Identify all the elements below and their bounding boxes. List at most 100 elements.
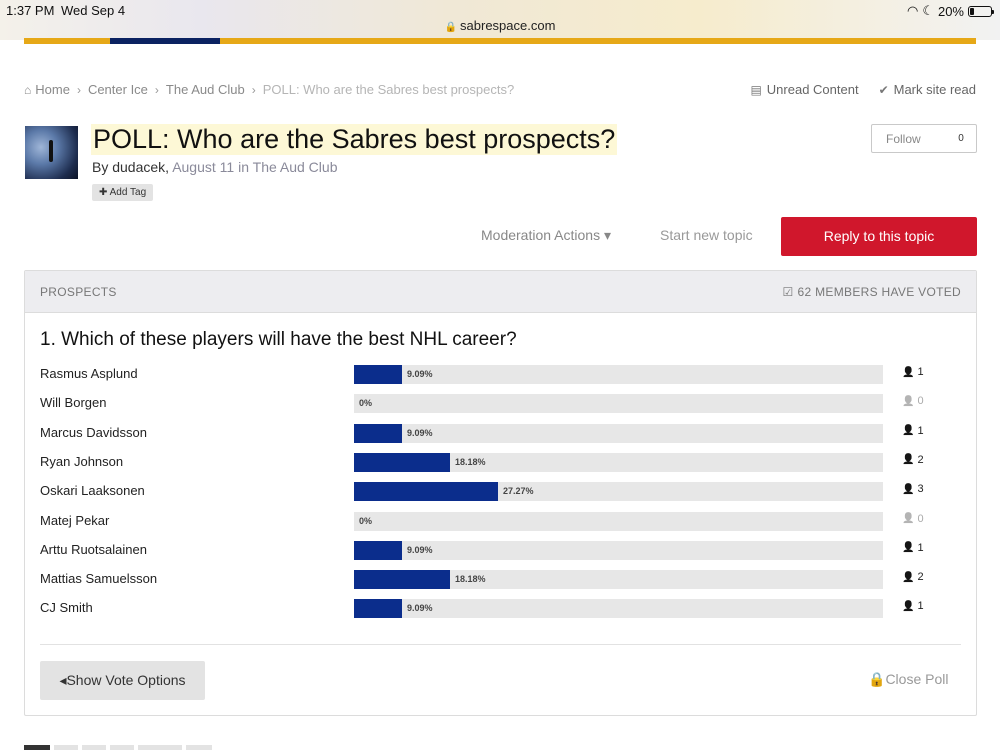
chevron-right-icon: › (251, 82, 256, 97)
topic-byline: By dudacek, August 11 in The Aud Club (92, 159, 338, 175)
poll-vote-number: 3 (917, 483, 924, 496)
poll-percent: 0% (359, 398, 373, 409)
user-icon: 👤 (902, 600, 915, 612)
poll-row: Oskari Laaksonen 27.27% 👤 3 (40, 480, 960, 502)
poll-header: PROSPECTS ☑ 62 MEMBERS HAVE VOTED (25, 271, 976, 313)
poll-bar-track: 9.09% (354, 540, 883, 560)
poll-bar-track: 18.18% (354, 452, 883, 472)
breadcrumb-current: POLL: Who are the Sabres best prospects? (262, 82, 515, 97)
follow-label: Follow (886, 131, 921, 146)
breadcrumb-center-ice[interactable]: Center Ice (88, 82, 148, 97)
battery-percent: 20% (937, 3, 964, 19)
author-link[interactable]: dudacek (112, 159, 165, 175)
poll-title: PROSPECTS (40, 284, 117, 299)
poll-vote-count[interactable]: 👤 3 (902, 483, 924, 495)
user-icon: 👤 (902, 425, 915, 437)
follow-count: 0 (958, 133, 964, 144)
poll-row: Arttu Ruotsalainen 9.09% 👤 1 (40, 539, 960, 561)
mark-site-read-link[interactable]: ✔ Mark site read (879, 82, 976, 97)
poll-vote-count[interactable]: 👤 2 (902, 571, 924, 583)
poll-option-name: Ryan Johnson (40, 453, 124, 469)
poll-bar-fill (354, 540, 402, 560)
status-time: 1:37 PM (6, 3, 55, 18)
chevron-right-icon: › (154, 82, 159, 97)
poll-percent: 18.18% (455, 574, 486, 585)
reply-to-topic-button[interactable]: Reply to this topic (781, 217, 977, 256)
poll-bar-track: 9.09% (354, 599, 883, 619)
add-tag-button[interactable]: ✚ Add Tag (92, 184, 154, 201)
poll-vote-count[interactable]: 👤 1 (902, 542, 924, 554)
breadcrumb: ⌂ Home › Center Ice › The Aud Club › POL… (24, 82, 514, 97)
status-bar: 1:37 PM Wed Sep 4 🔒 sabrespace.com ◠ ☾ 20… (0, 0, 1000, 40)
moon-icon: ☾ (922, 3, 934, 18)
poll-bar-fill (354, 452, 450, 472)
user-icon: 👤 (902, 366, 915, 378)
breadcrumb-aud-club[interactable]: The Aud Club (166, 82, 245, 97)
poll-vote-count[interactable]: 👤 2 (902, 454, 924, 466)
byline-prefix: By (92, 159, 113, 175)
poll-voted-label: 62 MEMBERS HAVE VOTED (797, 284, 961, 299)
poll-vote-count[interactable]: 👤 1 (902, 425, 924, 437)
poll-vote-number: 1 (917, 541, 924, 554)
poll-row: CJ Smith 9.09% 👤 1 (40, 597, 960, 619)
poll-row: Mattias Samuelsson 18.18% 👤 2 (40, 568, 960, 590)
user-icon: 👤 (902, 395, 915, 407)
poll-option-name: Rasmus Asplund (40, 366, 138, 381)
poll-percent: 9.09% (407, 369, 433, 379)
page-title: POLL: Who are the Sabres best prospects? (91, 124, 618, 155)
checkbox-icon: ☑ (782, 284, 794, 299)
close-poll-button[interactable]: 🔒Close Poll (868, 671, 948, 688)
poll-bar-track: 9.09% (354, 365, 883, 384)
brand-bar-navy (110, 38, 220, 44)
poll-vote-number: 2 (917, 571, 924, 584)
poll-vote-number: 0 (917, 395, 924, 408)
caret-down-icon: ▾ (603, 227, 611, 243)
status-indicators: ◠ ☾ 20% (906, 3, 994, 19)
poll-option-name: Mattias Samuelsson (40, 571, 158, 587)
breadcrumb-home[interactable]: Home (35, 82, 70, 97)
page-indicator (82, 745, 106, 750)
poll-vote-count[interactable]: 👤 1 (902, 600, 924, 612)
start-new-topic-button[interactable]: Start new topic (660, 227, 753, 243)
poll-option-name: Arttu Ruotsalainen (40, 541, 147, 557)
poll-option-name: Will Borgen (40, 395, 107, 411)
unread-content-label: Unread Content (766, 82, 859, 97)
unread-content-link[interactable]: ▤ Unread Content (750, 82, 858, 97)
poll-vote-count[interactable]: 👤 0 (902, 395, 924, 407)
avatar[interactable] (25, 126, 78, 179)
poll-bar-track: 0% (354, 394, 883, 414)
plus-icon: ✚ (99, 187, 108, 198)
poll-option-name: Marcus Davidsson (40, 424, 147, 440)
poll-percent: 27.27% (503, 486, 534, 497)
poll-row: Marcus Davidsson 9.09% 👤 1 (40, 422, 960, 444)
show-vote-options-button[interactable]: ◂Show Vote Options (40, 661, 205, 700)
mark-site-read-label: Mark site read (893, 82, 976, 97)
poll-vote-count[interactable]: 👤 1 (902, 366, 924, 378)
poll-bar-fill (354, 365, 402, 384)
poll-row: Matej Pekar 0% 👤 0 (40, 510, 960, 532)
poll-vote-count[interactable]: 👤 0 (902, 513, 924, 525)
battery-icon (968, 5, 994, 17)
follow-button[interactable]: Follow 0 (871, 124, 977, 153)
show-vote-options-label: Show Vote Options (66, 672, 186, 688)
user-icon: 👤 (902, 454, 915, 466)
forum-link[interactable]: The Aud Club (253, 159, 338, 175)
home-icon[interactable]: ⌂ (24, 83, 31, 97)
poll-bar-track: 0% (354, 511, 883, 531)
page-indicator (186, 745, 212, 750)
poll-percent: 18.18% (455, 456, 486, 467)
divider (40, 644, 961, 645)
user-icon: 👤 (902, 513, 915, 524)
close-poll-label: Close Poll (885, 671, 949, 687)
poll-option-name: CJ Smith (40, 600, 93, 616)
moderation-actions-menu[interactable]: Moderation Actions ▾ (481, 227, 611, 244)
page-indicator (138, 745, 182, 750)
wifi-icon: ◠ (906, 3, 919, 18)
brand-bar (24, 38, 976, 44)
address-bar[interactable]: 🔒 sabrespace.com (0, 18, 1000, 33)
pagination-hint (24, 745, 212, 750)
poll-vote-number: 1 (917, 424, 924, 437)
user-icon: 👤 (902, 542, 915, 554)
poll-percent: 9.09% (407, 427, 433, 438)
poll-percent: 0% (359, 515, 373, 526)
